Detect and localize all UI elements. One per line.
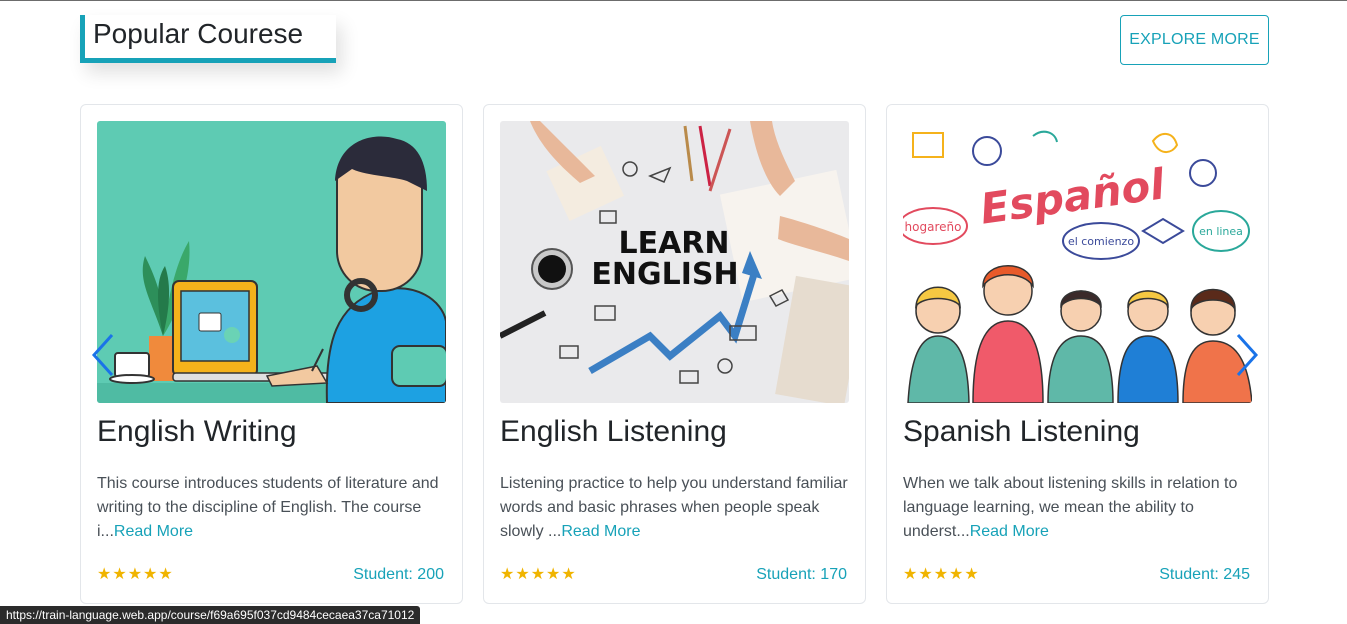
- explore-more-button[interactable]: EXPLORE MORE: [1120, 15, 1269, 65]
- course-image-english-listening[interactable]: LEARN ENGLISH: [500, 121, 849, 403]
- section-title: Popular Courese: [80, 15, 336, 63]
- chevron-left-icon: [91, 333, 114, 377]
- course-image-english-writing[interactable]: [97, 121, 446, 403]
- read-more-link[interactable]: Read More: [561, 523, 640, 540]
- course-image-spanish-listening[interactable]: Español hogareño el comienzo en linea: [903, 121, 1252, 403]
- rating-stars: ★★★★★: [903, 566, 980, 583]
- link-status-bar: https://train-language.web.app/course/f6…: [0, 606, 421, 624]
- hogareno-text: hogareño: [905, 220, 962, 234]
- course-description-text: Listening practice to help you understan…: [500, 475, 848, 540]
- course-title: English Listening: [500, 415, 727, 448]
- carousel-prev-button[interactable]: [90, 333, 116, 377]
- learn-text: LEARN: [618, 226, 729, 261]
- section-title-text: Popular Courese: [93, 18, 304, 49]
- el-comienzo-text: el comienzo: [1068, 235, 1134, 248]
- course-description: Listening practice to help you understan…: [500, 472, 850, 544]
- english-text: ENGLISH: [591, 257, 738, 292]
- course-title: English Writing: [97, 415, 297, 448]
- carousel-next-button[interactable]: [1234, 333, 1260, 377]
- en-linea-text: en linea: [1199, 225, 1243, 238]
- chevron-right-icon: [1236, 333, 1259, 377]
- course-card-english-listening[interactable]: LEARN ENGLISH English Listening Listenin…: [483, 104, 866, 604]
- read-more-link[interactable]: Read More: [114, 523, 193, 540]
- course-description-text: When we talk about listening skills in r…: [903, 475, 1238, 540]
- student-count: Student: 200: [353, 566, 444, 583]
- course-description: When we talk about listening skills in r…: [903, 472, 1253, 544]
- rating-stars: ★★★★★: [97, 566, 174, 583]
- course-description: This course introduces students of liter…: [97, 472, 447, 544]
- read-more-link[interactable]: Read More: [970, 523, 1049, 540]
- course-title: Spanish Listening: [903, 415, 1140, 448]
- student-count: Student: 170: [756, 566, 847, 583]
- course-card-english-writing[interactable]: English Writing This course introduces s…: [80, 104, 463, 604]
- rating-stars: ★★★★★: [500, 566, 577, 583]
- course-card-spanish-listening[interactable]: Español hogareño el comienzo en linea Sp…: [886, 104, 1269, 604]
- student-count: Student: 245: [1159, 566, 1250, 583]
